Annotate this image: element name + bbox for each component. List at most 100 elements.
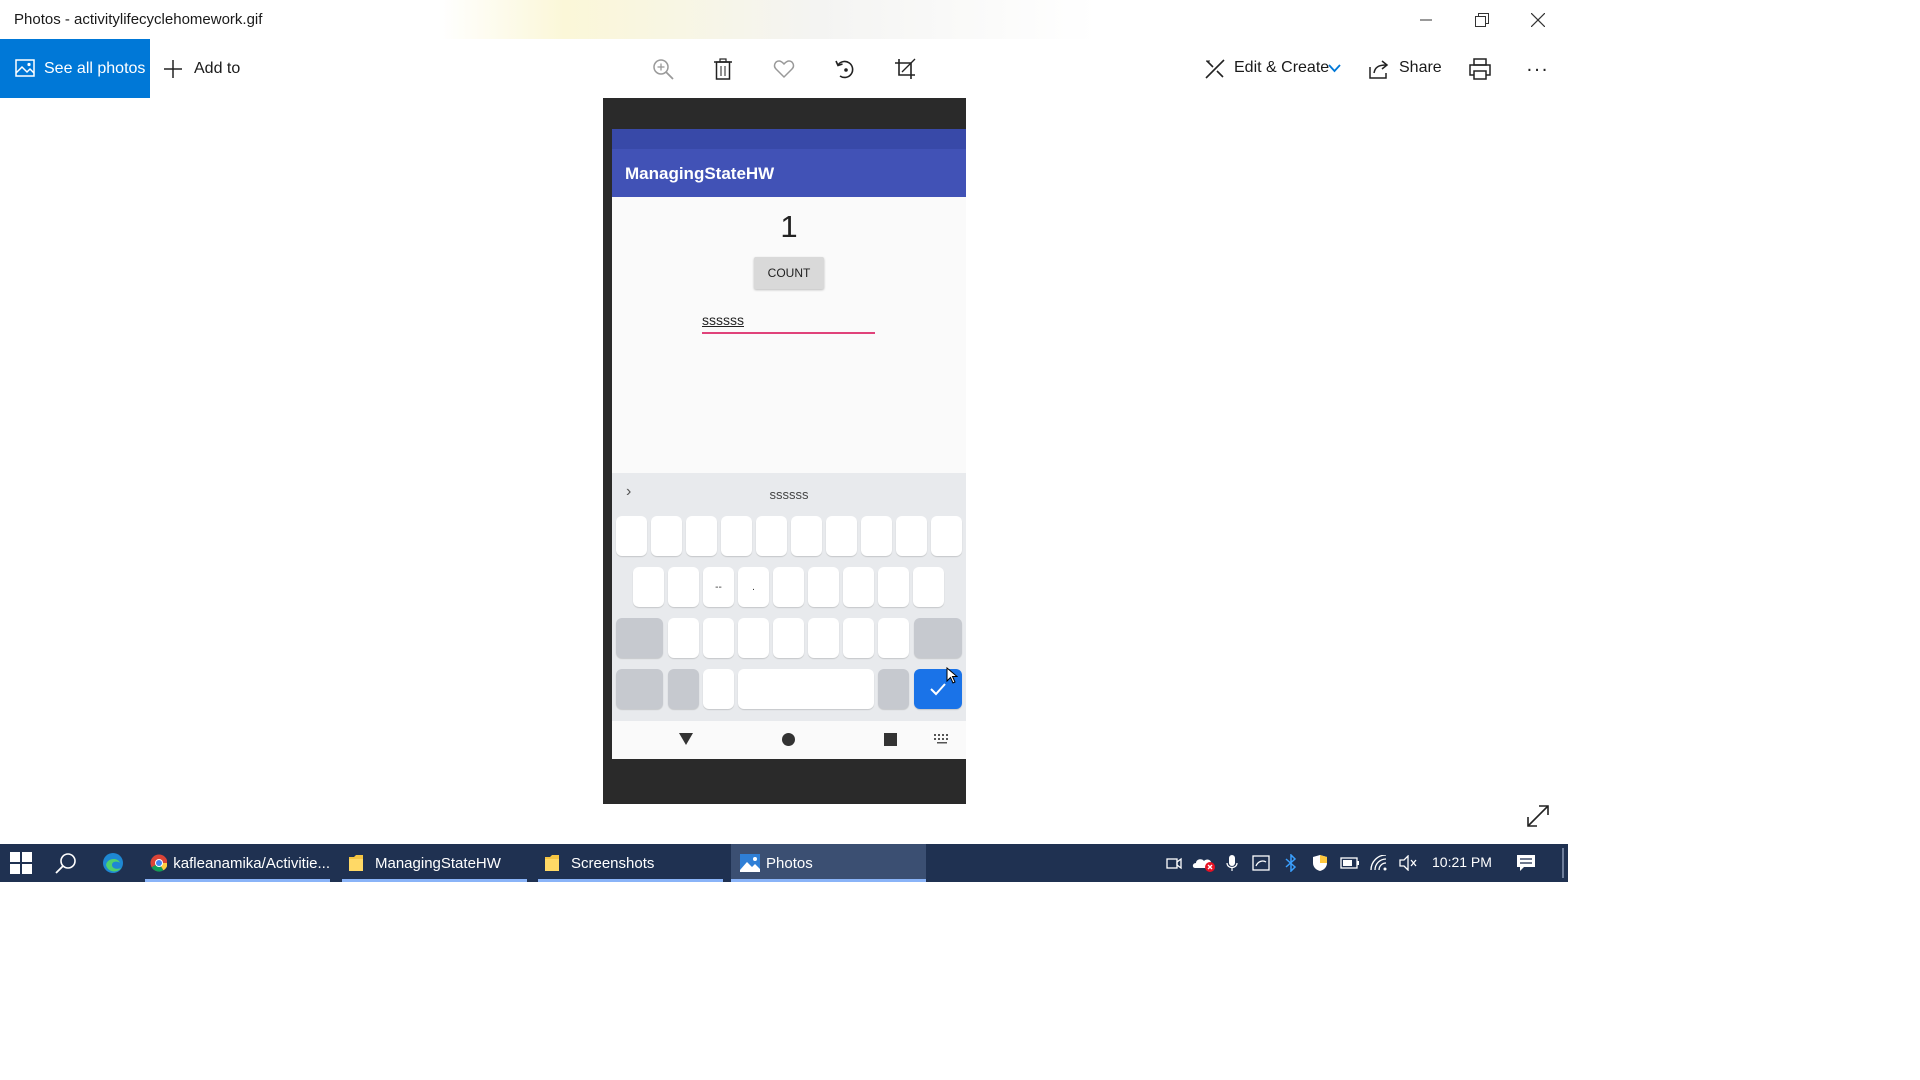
key (843, 618, 874, 658)
key (651, 516, 682, 556)
key (668, 618, 699, 658)
share-button[interactable]: Share (1399, 59, 1442, 77)
battery-icon[interactable] (1340, 853, 1360, 873)
edit-create-icon-wrap (1201, 55, 1229, 83)
add-to-button[interactable]: Add to (163, 39, 240, 98)
key (878, 567, 909, 607)
key (686, 516, 717, 556)
key (633, 567, 664, 607)
taskbar-item-photos[interactable]: Photos (731, 844, 926, 882)
taskbar-item-managingstatehw[interactable]: ManagingStateHW (342, 844, 527, 882)
onedrive-error-icon[interactable] (1192, 853, 1216, 873)
taskbar-item-label: ManagingStateHW (375, 854, 501, 872)
heart-icon (773, 60, 795, 79)
edit-create-button[interactable]: Edit & Create (1234, 59, 1329, 77)
active-indicator (342, 879, 527, 882)
taskbar: kafleanamika/Activitie... ManagingStateH… (0, 844, 1568, 882)
mouse-cursor-icon (946, 667, 958, 684)
key (826, 516, 857, 556)
active-indicator (538, 879, 723, 882)
print-button[interactable] (1466, 55, 1494, 83)
wifi-icon[interactable] (1370, 853, 1390, 873)
close-icon (1531, 12, 1545, 27)
key: -- (703, 567, 734, 607)
key (931, 516, 962, 556)
android-status-bar (612, 129, 966, 149)
security-shield-icon[interactable] (1310, 853, 1330, 873)
app-status-icon[interactable] (1251, 853, 1271, 873)
count-button: COUNT (754, 257, 824, 289)
favorite-button[interactable] (770, 55, 798, 83)
key (773, 567, 804, 607)
see-all-photos-label: See all photos (44, 60, 146, 77)
start-button[interactable] (10, 844, 34, 882)
taskbar-item-screenshots[interactable]: Screenshots (538, 844, 723, 882)
chevron-down-icon[interactable] (1328, 64, 1341, 73)
counter-value: 1 (780, 209, 798, 244)
show-desktop-button[interactable] (1562, 848, 1564, 878)
clock[interactable]: 10:21 PM (1432, 854, 1492, 870)
key (616, 516, 647, 556)
backspace-key (914, 618, 962, 658)
soft-keyboard: › ssssss -- . (612, 473, 966, 721)
edge-button[interactable] (102, 844, 126, 882)
space-key (738, 669, 874, 709)
key (843, 567, 874, 607)
chrome-icon (150, 854, 168, 872)
taskbar-item-label: Photos (766, 854, 813, 872)
delete-icon (714, 58, 732, 80)
active-indicator (731, 879, 926, 882)
key: . (738, 567, 769, 607)
folder-icon (545, 855, 559, 871)
symbols-key (616, 669, 663, 709)
plus-icon (164, 59, 182, 78)
shift-key (616, 618, 663, 658)
key (896, 516, 927, 556)
key (773, 618, 804, 658)
key (738, 618, 769, 658)
windows-icon (10, 852, 32, 874)
active-indicator (145, 879, 330, 882)
notification-center-button[interactable] (1516, 853, 1536, 873)
search-icon (55, 853, 76, 874)
more-icon: ... (1526, 53, 1550, 76)
key (808, 618, 839, 658)
key (861, 516, 892, 556)
share-icon (1369, 60, 1389, 79)
minimize-button[interactable] (1398, 0, 1454, 39)
see-all-photos-button[interactable]: See all photos (0, 39, 150, 98)
key (703, 618, 734, 658)
app-title: ManagingStateHW (625, 164, 775, 183)
crop-button[interactable] (891, 55, 919, 83)
app-bar: ManagingStateHW (612, 149, 966, 197)
crop-icon (895, 58, 916, 79)
search-button[interactable] (55, 844, 79, 882)
displayed-image: ManagingStateHW 1 COUNT ssssss › ssssss … (603, 98, 966, 804)
taskbar-item-chrome[interactable]: kafleanamika/Activitie... (145, 844, 330, 882)
restore-button[interactable] (1454, 0, 1510, 39)
more-options-button[interactable]: ... (1524, 53, 1552, 83)
recents-square-icon (884, 733, 897, 746)
edit-text-field: ssssss (702, 312, 875, 334)
volume-muted-icon[interactable] (1398, 853, 1418, 873)
minimize-icon (1420, 19, 1432, 20)
close-button[interactable] (1510, 0, 1566, 39)
android-nav-bar (612, 721, 966, 759)
window-title: Photos - activitylifecyclehomework.gif (14, 11, 263, 28)
taskbar-item-label: Screenshots (571, 854, 655, 872)
taskbar-item-label: kafleanamika/Activitie... (173, 854, 330, 872)
meet-now-icon[interactable] (1164, 853, 1184, 873)
rotate-button[interactable] (831, 55, 859, 83)
emoji-key (668, 669, 699, 709)
fullscreen-button[interactable] (1522, 800, 1554, 832)
key (756, 516, 787, 556)
toolbar: See all photos Add to Edit & Create Shar… (0, 39, 1568, 98)
keyboard-switch-icon (934, 734, 948, 744)
delete-button[interactable] (709, 55, 737, 83)
bluetooth-icon[interactable] (1281, 853, 1301, 873)
edit-create-icon (1205, 59, 1225, 79)
key (878, 618, 909, 658)
folder-icon (349, 855, 363, 871)
microphone-icon[interactable] (1222, 853, 1242, 873)
zoom-button[interactable] (649, 55, 677, 83)
